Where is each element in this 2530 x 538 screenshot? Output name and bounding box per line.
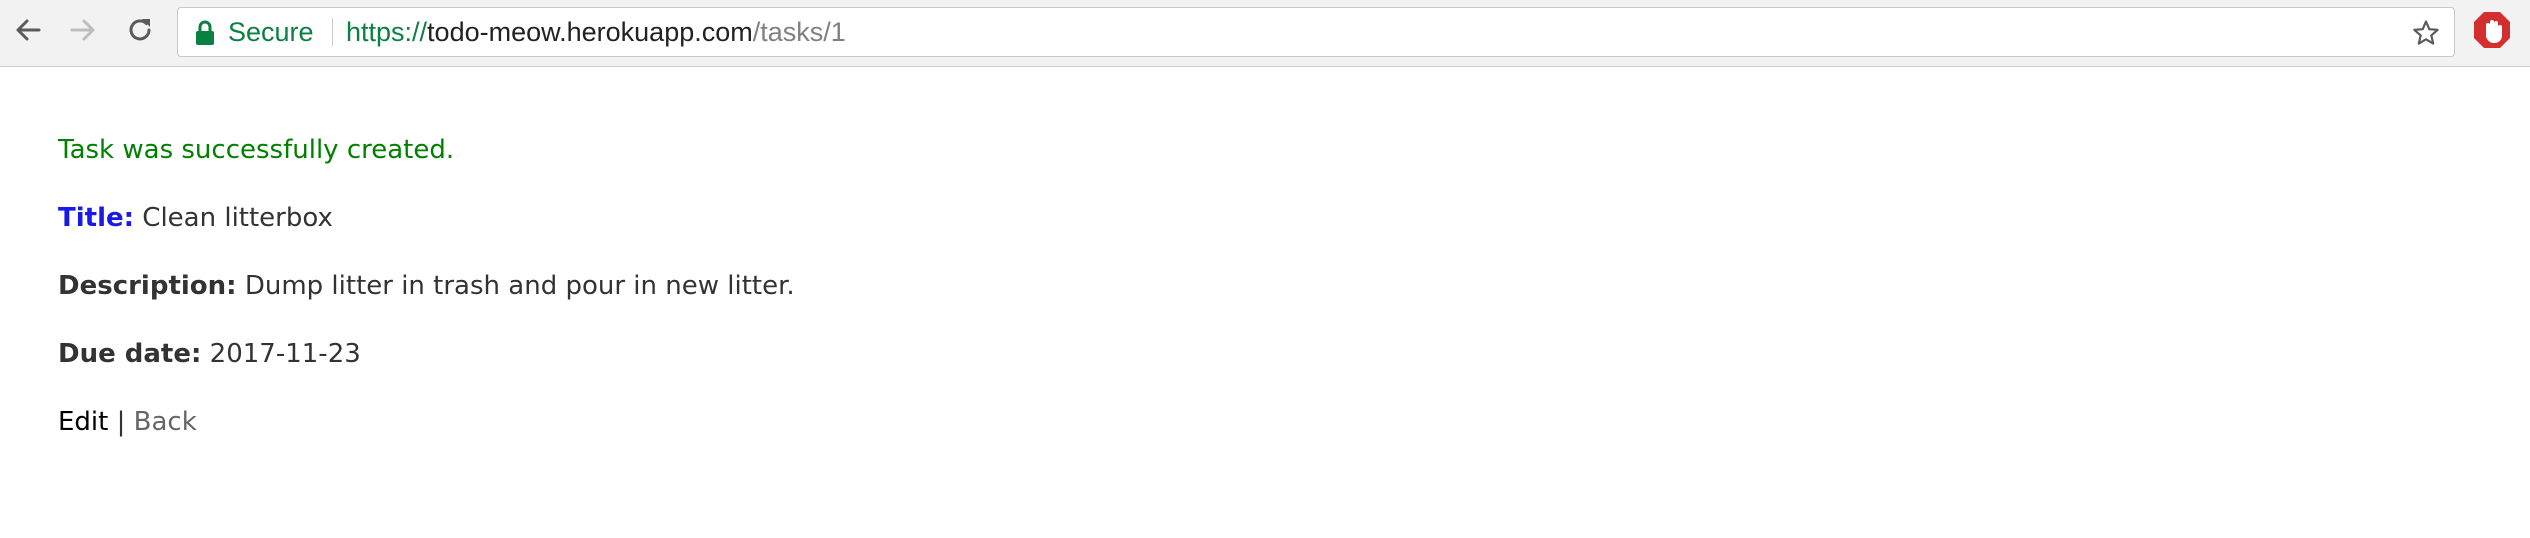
forward-button[interactable]	[59, 6, 107, 54]
title-label: Title:	[58, 203, 135, 233]
due-date-value: 2017-11-23	[209, 339, 361, 369]
back-button[interactable]	[4, 6, 52, 54]
secure-label: Secure	[228, 17, 314, 47]
url-text[interactable]: https://todo-meow.herokuapp.com/tasks/1	[346, 8, 846, 56]
action-links: Edit | Back	[58, 407, 795, 437]
reload-button[interactable]	[116, 6, 164, 54]
url-path: /tasks/1	[752, 17, 846, 47]
success-notice: Task was successfully created.	[58, 135, 455, 165]
task-details: Task was successfully created. Title: Cl…	[58, 135, 795, 437]
back-link[interactable]: Back	[134, 407, 197, 437]
extension-icon[interactable]	[2472, 10, 2512, 50]
url-scheme: https://	[346, 17, 428, 47]
forward-arrow-icon	[70, 19, 95, 41]
description-label: Description:	[58, 271, 237, 301]
star-icon[interactable]	[2412, 19, 2440, 47]
omnibox-divider	[332, 18, 333, 46]
edit-link[interactable]: Edit	[58, 407, 108, 437]
reload-icon	[129, 19, 151, 41]
due-date-label: Due date:	[58, 339, 202, 369]
title-field: Title: Clean litterbox	[58, 203, 795, 233]
lock-icon	[196, 20, 214, 45]
address-bar[interactable]: Secure https://todo-meow.herokuapp.com/t…	[177, 7, 2455, 57]
due-date-field: Due date: 2017-11-23	[58, 339, 795, 369]
title-value: Clean litterbox	[142, 203, 333, 233]
description-value: Dump litter in trash and pour in new lit…	[244, 271, 795, 301]
description-field: Description: Dump litter in trash and po…	[58, 271, 795, 301]
url-host: todo-meow.herokuapp.com	[427, 17, 753, 47]
back-arrow-icon	[16, 19, 41, 41]
link-separator: |	[116, 407, 126, 437]
browser-toolbar: Secure https://todo-meow.herokuapp.com/t…	[0, 0, 2530, 67]
